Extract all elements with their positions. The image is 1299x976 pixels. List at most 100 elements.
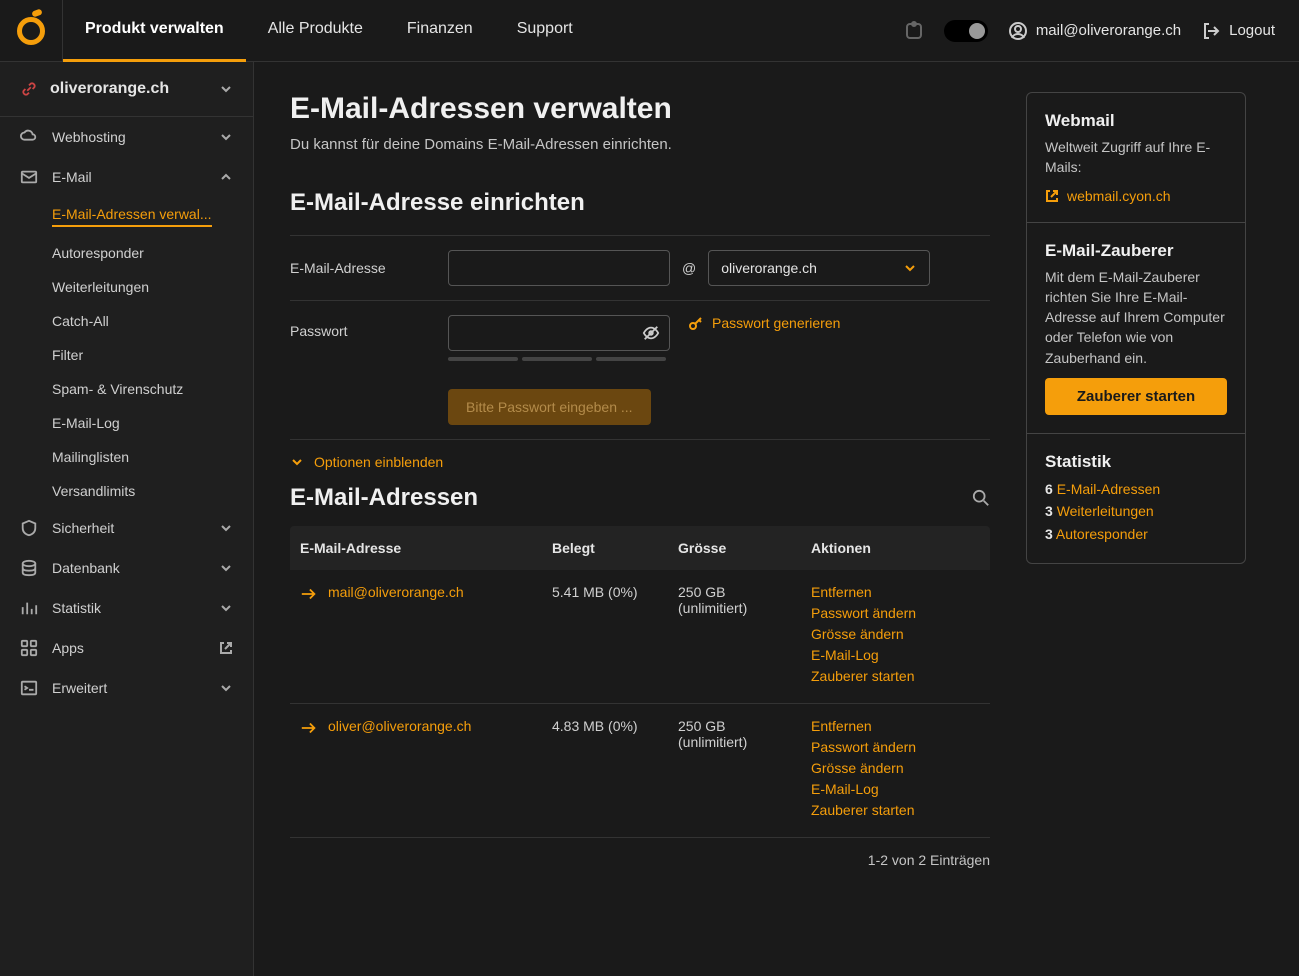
table-row: oliver@oliverorange.ch 4.83 MB (0%) 250 … (290, 704, 990, 838)
user-menu[interactable]: mail@oliverorange.ch (1008, 21, 1181, 41)
stat-link[interactable]: Autoresponder (1056, 526, 1148, 542)
key-icon (688, 315, 704, 331)
submit-button[interactable]: Bitte Passwort eingeben ... (448, 389, 651, 425)
sidebar-sub-item[interactable]: Catch-All (0, 304, 253, 338)
sidebar-item[interactable]: Webhosting (0, 117, 253, 157)
logo[interactable] (0, 0, 63, 62)
cell-used: 5.41 MB (0%) (542, 570, 668, 704)
domain-select-value: oliverorange.ch (721, 260, 817, 276)
sidebar-item[interactable]: Apps (0, 628, 253, 668)
puzzle-icon[interactable] (904, 21, 924, 41)
domain-name: oliverorange.ch (50, 80, 219, 98)
password-strength (448, 357, 670, 361)
sidebar-item[interactable]: Sicherheit (0, 508, 253, 548)
col-actions: Aktionen (801, 526, 990, 570)
pager: 1-2 von 2 Einträgen (290, 838, 990, 882)
cell-actions: Entfernen Passwort ändern Grösse ändern E-M… (801, 570, 990, 704)
domain-selector[interactable]: oliverorange.ch (0, 62, 253, 117)
stat-line: 3 Autoresponder (1045, 523, 1227, 545)
stat-link[interactable]: E-Mail-Adressen (1057, 481, 1160, 497)
email-link[interactable]: mail@oliverorange.ch (300, 584, 532, 601)
eye-off-icon[interactable] (642, 324, 660, 342)
aside: Webmail Weltweit Zugriff auf Ihre E-Mail… (1026, 92, 1246, 946)
at-sign: @ (682, 260, 696, 276)
row-action[interactable]: Entfernen (811, 718, 980, 734)
sidebar-item[interactable]: Datenbank (0, 548, 253, 588)
row-action[interactable]: Grösse ändern (811, 626, 980, 642)
arrow-right-icon (300, 721, 318, 735)
chart-icon (20, 599, 38, 617)
sidebar-item[interactable]: E-Mail (0, 157, 253, 197)
password-input[interactable] (448, 315, 670, 351)
stat-line: 3 Weiterleitungen (1045, 500, 1227, 522)
options-toggle[interactable]: Optionen einblenden (290, 440, 990, 484)
nav-item[interactable]: Finanzen (385, 0, 495, 62)
stats-title: Statistik (1045, 452, 1227, 472)
logout-label: Logout (1229, 22, 1275, 39)
user-icon (1008, 21, 1028, 41)
nav-item[interactable]: Support (495, 0, 595, 62)
domain-select[interactable]: oliverorange.ch (708, 250, 930, 286)
row-action[interactable]: Passwort ändern (811, 739, 980, 755)
webmail-link[interactable]: webmail.cyon.ch (1045, 188, 1227, 204)
webmail-card: Webmail Weltweit Zugriff auf Ihre E-Mail… (1027, 93, 1245, 223)
nav-item[interactable]: Alle Produkte (246, 0, 385, 62)
apps-icon (20, 639, 38, 657)
chevron-down-icon (290, 455, 304, 469)
password-label: Passwort (290, 315, 448, 339)
wizard-start-button[interactable]: Zauberer starten (1045, 378, 1227, 415)
wizard-text: Mit dem E-Mail-Zauberer richten Sie Ihre… (1045, 267, 1227, 368)
cell-size: 250 GB(unlimitiert) (668, 704, 801, 838)
row-action[interactable]: Zauberer starten (811, 668, 980, 684)
row-action[interactable]: Zauberer starten (811, 802, 980, 818)
generate-password-link[interactable]: Passwort generieren (688, 315, 840, 331)
search-icon[interactable] (972, 489, 990, 507)
sidebar-sub-item[interactable]: E-Mail-Log (0, 406, 253, 440)
col-size: Grösse (668, 526, 801, 570)
row-action[interactable]: E-Mail-Log (811, 647, 980, 663)
list-heading: E-Mail-Adressen (290, 484, 478, 512)
setup-heading: E-Mail-Adresse einrichten (290, 189, 990, 217)
sidebar-item[interactable]: Erweitert (0, 668, 253, 708)
table-row: mail@oliverorange.ch 5.41 MB (0%) 250 GB… (290, 570, 990, 704)
stat-link[interactable]: Weiterleitungen (1057, 503, 1154, 519)
sidebar-item[interactable]: Statistik (0, 588, 253, 628)
sidebar-item-label: E-Mail (52, 169, 219, 185)
chevron-icon (219, 601, 233, 615)
cell-used: 4.83 MB (0%) (542, 704, 668, 838)
arrow-right-icon (300, 587, 318, 601)
email-input[interactable] (448, 250, 670, 286)
main-nav: Produkt verwaltenAlle ProdukteFinanzenSu… (63, 0, 595, 61)
sidebar-sub-item[interactable]: Filter (0, 338, 253, 372)
user-email: mail@oliverorange.ch (1036, 22, 1181, 39)
dark-mode-toggle[interactable] (944, 20, 988, 42)
col-email: E-Mail-Adresse (290, 526, 542, 570)
chevron-icon (219, 521, 233, 535)
row-action[interactable]: E-Mail-Log (811, 781, 980, 797)
wizard-title: E-Mail-Zauberer (1045, 241, 1227, 261)
sidebar-sub-item[interactable]: E-Mail-Adressen verwal... (0, 197, 253, 236)
row-action[interactable]: Passwort ändern (811, 605, 980, 621)
email-table: E-Mail-Adresse Belegt Grösse Aktionen ma… (290, 526, 990, 838)
sidebar-item-label: Datenbank (52, 560, 219, 576)
webmail-link-label: webmail.cyon.ch (1067, 188, 1171, 204)
chevron-icon (219, 170, 233, 184)
email-link[interactable]: oliver@oliverorange.ch (300, 718, 532, 735)
nav-item[interactable]: Produkt verwalten (63, 0, 246, 62)
row-action[interactable]: Grösse ändern (811, 760, 980, 776)
chevron-icon (219, 561, 233, 575)
stats-card: Statistik 6 E-Mail-Adressen3 Weiterleitu… (1027, 434, 1245, 563)
wizard-card: E-Mail-Zauberer Mit dem E-Mail-Zauberer … (1027, 223, 1245, 434)
page-subtitle: Du kannst für deine Domains E-Mail-Adres… (290, 136, 990, 153)
cloud-icon (20, 128, 38, 146)
sidebar-sub-item[interactable]: Versandlimits (0, 474, 253, 508)
sidebar-sub-item[interactable]: Weiterleitungen (0, 270, 253, 304)
link-icon (20, 80, 38, 98)
row-action[interactable]: Entfernen (811, 584, 980, 600)
logout-button[interactable]: Logout (1201, 21, 1275, 41)
sidebar-sub-item[interactable]: Spam- & Virenschutz (0, 372, 253, 406)
sidebar-sub-item[interactable]: Mailinglisten (0, 440, 253, 474)
cell-actions: Entfernen Passwort ändern Grösse ändern E-M… (801, 704, 990, 838)
database-icon (20, 559, 38, 577)
sidebar-sub-item[interactable]: Autoresponder (0, 236, 253, 270)
